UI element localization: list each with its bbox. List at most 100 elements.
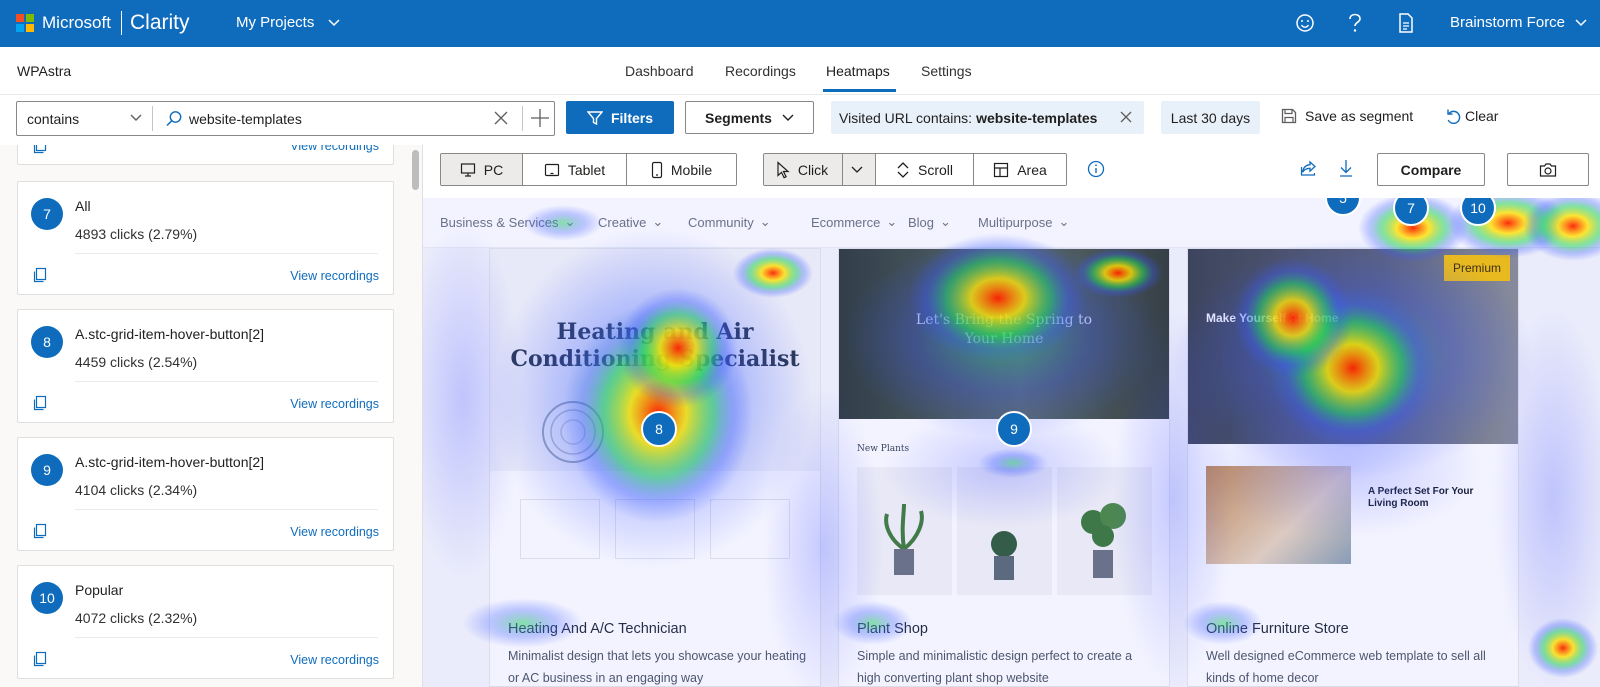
rank-badge: 7 xyxy=(31,198,63,230)
click-element-card[interactable]: 9 A.stc-grid-item-hover-button[2] 4104 cli… xyxy=(17,437,394,551)
operator-select[interactable]: contains xyxy=(27,111,79,127)
mode-click[interactable]: Click xyxy=(764,154,876,185)
divider xyxy=(842,154,844,185)
segments-button[interactable]: Segments xyxy=(685,101,814,134)
brand-clarity[interactable]: Clarity xyxy=(130,11,190,35)
date-range-chip[interactable]: Last 30 days xyxy=(1161,101,1260,134)
template-card[interactable]: Let's Bring the Spring to Your Home New … xyxy=(838,248,1170,687)
my-projects-menu[interactable]: My Projects xyxy=(236,14,340,31)
compare-button[interactable]: Compare xyxy=(1377,153,1485,186)
account-name: Brainstorm Force xyxy=(1450,14,1566,31)
click-count: 4459 clicks (2.54%) xyxy=(75,354,197,370)
category-creative[interactable]: Creative ⌄ xyxy=(598,214,663,230)
template-card[interactable]: Premium Make Yourself At Home A Perfect … xyxy=(1187,248,1519,687)
element-title: A.stc-grid-item-hover-button[2] xyxy=(75,454,265,470)
click-count: 4104 clicks (2.34%) xyxy=(75,482,197,498)
account-menu[interactable]: Brainstorm Force xyxy=(1450,14,1587,31)
copy-icon[interactable] xyxy=(32,651,48,667)
filter-icon xyxy=(586,110,603,125)
device-pc[interactable]: PC xyxy=(441,154,523,185)
tab-heatmaps[interactable]: Heatmaps xyxy=(826,63,890,79)
info-icon[interactable] xyxy=(1087,160,1105,178)
smiley-icon[interactable] xyxy=(1293,11,1317,35)
device-mobile[interactable]: Mobile xyxy=(627,154,736,185)
click-element-card[interactable]: 7 All 4893 clicks (2.79%) View recordings xyxy=(17,181,394,295)
url-search-input[interactable] xyxy=(189,107,489,131)
template-thumbnail[interactable]: Premium Make Yourself At Home A Perfect … xyxy=(1188,249,1518,599)
plant-icon xyxy=(1081,503,1126,578)
copy-icon[interactable] xyxy=(32,267,48,283)
download-icon[interactable] xyxy=(1338,159,1354,177)
view-recordings-link[interactable]: View recordings xyxy=(290,525,379,539)
clear-search-icon[interactable] xyxy=(493,110,509,126)
chevron-down-icon: ⌄ xyxy=(759,214,771,229)
thumb-subheading: New Plants xyxy=(857,444,910,454)
category-ecommerce[interactable]: Ecommerce ⌄ xyxy=(811,214,897,230)
chevron-down-icon: ⌄ xyxy=(886,214,898,229)
template-name[interactable]: Plant Shop xyxy=(857,621,928,637)
screenshot-button[interactable] xyxy=(1507,153,1589,186)
tab-dashboard[interactable]: Dashboard xyxy=(625,63,694,79)
tab-settings[interactable]: Settings xyxy=(921,63,972,79)
divider xyxy=(75,637,378,638)
help-icon[interactable] xyxy=(1343,11,1367,35)
remove-filter-icon[interactable] xyxy=(1120,111,1132,123)
mode-area-label: Area xyxy=(1017,161,1047,178)
scrollbar[interactable] xyxy=(412,150,419,190)
save-as-segment-button[interactable]: Save as segment xyxy=(1281,108,1413,124)
template-description: Minimalist design that lets you showcase… xyxy=(508,649,807,685)
category-multipurpose[interactable]: Multipurpose ⌄ xyxy=(978,214,1069,230)
thumb-heading: Make Yourself At Home xyxy=(1206,311,1339,325)
mode-scroll-label: Scroll xyxy=(917,161,953,178)
copy-icon[interactable] xyxy=(32,145,48,154)
chevron-down-icon[interactable] xyxy=(851,166,863,174)
click-rank-marker[interactable]: 8 xyxy=(641,411,677,447)
add-filter-icon[interactable] xyxy=(530,108,550,128)
device-tablet[interactable]: Tablet xyxy=(523,154,627,185)
copy-icon[interactable] xyxy=(32,523,48,539)
divider xyxy=(152,106,153,131)
view-recordings-link[interactable]: View recordings xyxy=(290,653,379,667)
category-business[interactable]: Business & Services ⌄ xyxy=(440,214,575,230)
click-rank-marker[interactable]: 9 xyxy=(996,411,1032,447)
device-tablet-label: Tablet xyxy=(567,161,606,178)
template-card[interactable]: Heating and Air Conditioning Specialist … xyxy=(489,248,821,687)
template-name[interactable]: Heating And A/C Technician xyxy=(508,621,687,637)
divider xyxy=(522,106,523,131)
template-name[interactable]: Online Furniture Store xyxy=(1206,621,1349,637)
click-count-suffix: clicks (2.34%) xyxy=(110,482,198,498)
document-icon[interactable] xyxy=(1394,11,1418,35)
element-title: Popular xyxy=(75,582,124,598)
area-icon xyxy=(994,162,1009,177)
filter-bar: contains Filters Segments Visited URL co… xyxy=(0,95,1600,145)
microsoft-logo-icon xyxy=(16,14,34,32)
chevron-down-icon: ⌄ xyxy=(652,214,664,229)
element-title: A.stc-grid-item-hover-button[2] xyxy=(75,326,265,342)
chevron-down-icon: ⌄ xyxy=(1058,214,1070,229)
share-icon[interactable] xyxy=(1300,159,1318,177)
site-name: WPAstra xyxy=(17,63,72,79)
brand-separator xyxy=(121,11,122,35)
click-element-card[interactable]: 10 Popular 4072 clicks (2.32%) View recordi… xyxy=(17,565,394,679)
url-filter-chip[interactable]: Visited URL contains: website-templates xyxy=(831,101,1144,134)
click-element-card[interactable]: 8 A.stc-grid-item-hover-button[2] 4459 cli… xyxy=(17,309,394,423)
category-label: Community xyxy=(688,214,754,230)
category-community[interactable]: Community ⌄ xyxy=(688,214,771,230)
filters-label: Filters xyxy=(610,109,653,126)
view-recordings-link[interactable]: View recordings xyxy=(290,269,379,283)
tab-recordings[interactable]: Recordings xyxy=(725,63,796,79)
category-blog[interactable]: Blog ⌄ xyxy=(908,214,951,230)
category-label: Blog xyxy=(908,214,935,230)
mode-scroll[interactable]: Scroll xyxy=(876,154,974,185)
rank-badge: 10 xyxy=(31,582,63,614)
chevron-down-icon[interactable] xyxy=(130,114,142,122)
clear-button[interactable]: Clear xyxy=(1445,108,1498,124)
filters-button[interactable]: Filters xyxy=(566,101,674,134)
premium-badge: Premium xyxy=(1444,255,1510,281)
mobile-icon xyxy=(651,161,662,178)
camera-icon xyxy=(1539,162,1557,177)
view-recordings-link[interactable]: View recordings xyxy=(290,397,379,411)
mode-area[interactable]: Area xyxy=(974,154,1066,185)
view-recordings-link[interactable]: View recordings xyxy=(290,145,379,153)
copy-icon[interactable] xyxy=(32,395,48,411)
